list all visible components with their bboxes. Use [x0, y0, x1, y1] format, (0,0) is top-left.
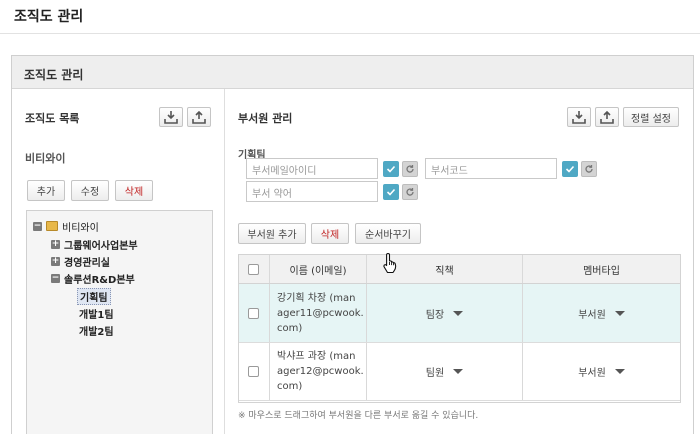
- member-upload-button[interactable]: [595, 107, 619, 127]
- tree-node-root[interactable]: − 비티와이: [33, 218, 99, 234]
- org-list-title: 조직도 목록: [25, 112, 80, 125]
- tree-node-label: 경영관리실: [64, 257, 110, 269]
- member-name-line: com): [277, 381, 303, 392]
- header-name[interactable]: 이름 (이메일): [270, 255, 366, 283]
- hand-cursor-icon: [383, 252, 397, 274]
- upload-icon: [600, 110, 614, 124]
- delete-member-button[interactable]: 삭제: [311, 223, 349, 244]
- add-dept-button[interactable]: 추가: [27, 180, 65, 201]
- position-value: 팀장: [425, 309, 445, 321]
- header-select-cell: [248, 255, 262, 283]
- download-icon: [164, 111, 178, 124]
- row-select-cell: [248, 284, 262, 342]
- member-name-line: 박샤프 과장 (man: [277, 351, 356, 362]
- org-upload-button[interactable]: [187, 107, 211, 127]
- member-type-select[interactable]: 부서원: [523, 343, 680, 400]
- tree-node-planning[interactable]: 기획팀: [77, 287, 111, 305]
- member-mgmt-title: 부서원 관리: [238, 112, 293, 125]
- org-tree[interactable]: − 비티와이 + 그룹웨어사업본부 + 경영관리실 − 솔루션R&D본부 기획팀…: [26, 210, 213, 434]
- header-member-type[interactable]: 멤버타입: [523, 255, 680, 283]
- row-checkbox[interactable]: [248, 307, 259, 319]
- table-row[interactable]: 박샤프 과장 (man ager12@pcwook. com) 팀원 부서원: [239, 343, 680, 401]
- mail-id-reset-button[interactable]: [402, 161, 418, 177]
- tree-node-dev1[interactable]: 개발1팀: [79, 305, 114, 321]
- drag-hint-note: ※ 마우스로 드래그하여 부서원을 다른 부서로 옮길 수 있습니다.: [238, 411, 479, 421]
- dept-mail-id-field[interactable]: 부서메일아이디: [246, 158, 378, 179]
- table-row[interactable]: 강기획 차장 (man ager11@pcwook. com) 팀장 부서원: [239, 284, 680, 343]
- position-select[interactable]: 팀장: [367, 284, 522, 342]
- expand-icon[interactable]: +: [51, 239, 60, 249]
- column-separator: [269, 284, 270, 342]
- delete-dept-button[interactable]: 삭제: [115, 180, 153, 201]
- expand-icon[interactable]: +: [51, 256, 60, 266]
- collapse-icon[interactable]: −: [51, 273, 60, 283]
- member-table: 이름 (이메일) 직책 멤버타입 강기획 차장 (man ager11@pcwo…: [238, 254, 681, 403]
- dept-code-confirm-button[interactable]: [562, 161, 578, 177]
- sort-settings-button[interactable]: 정렬 설정: [623, 107, 679, 127]
- select-all-checkbox[interactable]: [248, 263, 259, 275]
- refresh-icon: [585, 165, 593, 173]
- abbr-reset-button[interactable]: [402, 184, 418, 200]
- title-divider: [0, 33, 700, 34]
- tree-node-label: 비티와이: [62, 222, 99, 234]
- dept-abbr-field[interactable]: 부서 약어: [246, 181, 378, 202]
- member-name-line: com): [277, 322, 303, 334]
- abbr-confirm-button[interactable]: [383, 184, 399, 200]
- refresh-icon: [406, 188, 414, 196]
- add-member-button[interactable]: 부서원 추가: [238, 223, 306, 244]
- member-name-cell: 박샤프 과장 (man ager12@pcwook. com): [277, 343, 365, 400]
- member-download-button[interactable]: [567, 107, 591, 127]
- member-name-line: ager11@pcwook.: [277, 307, 364, 319]
- column-divider: [224, 89, 225, 434]
- reorder-button[interactable]: 순서바꾸기: [355, 223, 421, 244]
- folder-icon: [46, 221, 58, 231]
- dept-code-field[interactable]: 부서코드: [425, 158, 557, 179]
- caret-down-icon: [614, 369, 625, 374]
- dept-code-reset-button[interactable]: [581, 161, 597, 177]
- table-header: 이름 (이메일) 직책 멤버타입: [239, 255, 680, 284]
- tree-node-solution-rnd[interactable]: − 솔루션R&D본부: [51, 270, 135, 286]
- checkmark-icon: [386, 188, 396, 196]
- caret-down-icon: [453, 310, 464, 316]
- tree-node-dev2[interactable]: 개발2팀: [79, 322, 114, 338]
- member-type-value: 부서원: [578, 309, 606, 321]
- row-checkbox[interactable]: [248, 366, 259, 377]
- member-type-value: 부서원: [578, 368, 606, 379]
- column-separator: [269, 343, 270, 400]
- page-title: 조직도 관리: [14, 9, 84, 25]
- position-select[interactable]: 팀원: [367, 343, 522, 400]
- caret-down-icon: [614, 310, 625, 316]
- caret-down-icon: [453, 369, 464, 374]
- member-name-line: 강기획 차장 (man: [277, 292, 356, 304]
- checkmark-icon: [386, 165, 396, 173]
- position-value: 팀원: [425, 368, 445, 379]
- refresh-icon: [406, 165, 414, 173]
- tree-node-label: 그룹웨어사업본부: [64, 240, 138, 252]
- member-type-select[interactable]: 부서원: [523, 284, 680, 342]
- tree-node-label: 개발2팀: [79, 326, 114, 338]
- org-chart-panel: 조직도 관리 조직도 목록 비티와이 추가 수정 삭제 − 비티와이 + 그룹웨…: [11, 55, 694, 434]
- edit-dept-button[interactable]: 수정: [71, 180, 109, 201]
- company-name: 비티와이: [25, 152, 66, 165]
- member-name-line: ager12@pcwook.: [277, 366, 364, 377]
- panel-header: 조직도 관리: [12, 56, 693, 89]
- tree-node-management[interactable]: + 경영관리실: [51, 253, 110, 269]
- tree-node-label: 기획팀: [77, 287, 111, 305]
- tree-node-label: 개발1팀: [79, 309, 114, 321]
- upload-icon: [192, 110, 206, 124]
- download-icon: [572, 111, 586, 124]
- tree-node-groupware[interactable]: + 그룹웨어사업본부: [51, 236, 138, 252]
- mail-id-confirm-button[interactable]: [383, 161, 399, 177]
- checkmark-icon: [565, 165, 575, 173]
- org-download-button[interactable]: [159, 107, 183, 127]
- tree-node-label: 솔루션R&D본부: [64, 274, 135, 286]
- collapse-icon[interactable]: −: [33, 221, 42, 231]
- row-select-cell: [248, 343, 262, 400]
- member-name-cell: 강기획 차장 (man ager11@pcwook. com): [277, 284, 365, 342]
